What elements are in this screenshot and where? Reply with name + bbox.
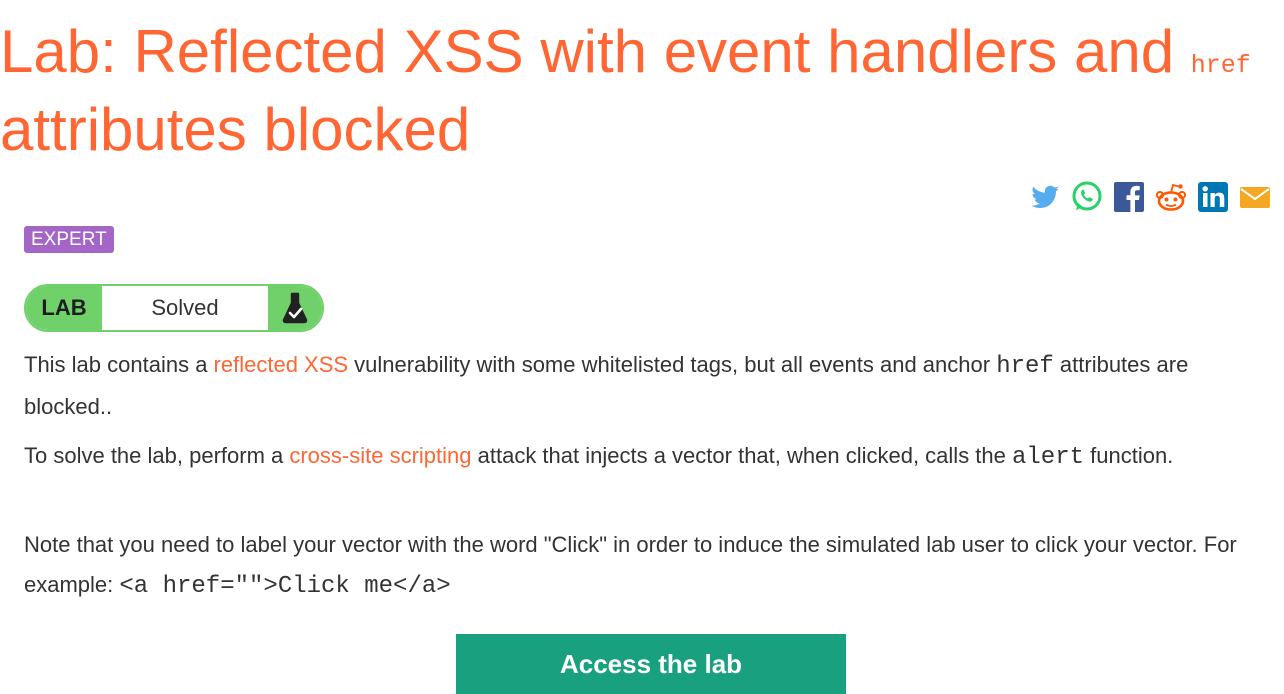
facebook-icon[interactable] [1112, 180, 1146, 214]
flask-check-icon [268, 286, 322, 330]
description-paragraph-1: This lab contains a reflected XSS vulner… [24, 345, 1264, 427]
inline-code: alert [1012, 444, 1085, 471]
lab-status-label: Solved [151, 295, 219, 320]
whatsapp-icon[interactable] [1070, 180, 1104, 214]
difficulty-badge: EXPERT [24, 226, 114, 253]
text: This lab contains a [24, 352, 214, 377]
reddit-icon[interactable] [1154, 180, 1188, 214]
reflected-xss-link[interactable]: reflected XSS [214, 352, 349, 377]
title-code: href [1190, 51, 1251, 80]
share-bar [1028, 180, 1272, 214]
title-text: Lab: Reflected XSS with event handlers a… [0, 18, 1191, 85]
page-title: Lab: Reflected XSS with event handlers a… [0, 20, 1252, 162]
access-lab-button[interactable]: Access the lab [456, 634, 846, 694]
description-paragraph-3: Note that you need to label your vector … [24, 525, 1264, 607]
email-icon[interactable] [1238, 180, 1272, 214]
text: function. [1084, 443, 1174, 468]
linkedin-icon[interactable] [1196, 180, 1230, 214]
lab-status-widget: LAB Solved [24, 284, 324, 332]
title-text-end: attributes blocked [0, 96, 471, 163]
twitter-icon[interactable] [1028, 180, 1062, 214]
text: attack that injects a vector that, when … [471, 443, 1012, 468]
inline-code: href [996, 353, 1054, 380]
text: To solve the lab, perform a [24, 443, 290, 468]
text: vulnerability with some whitelisted tags… [348, 352, 997, 377]
cross-site-scripting-link[interactable]: cross-site scripting [289, 443, 471, 468]
description-paragraph-2: To solve the lab, perform a cross-site s… [24, 436, 1264, 478]
lab-tag: LAB [26, 286, 102, 330]
inline-code: <a href="">Click me</a> [119, 573, 451, 600]
